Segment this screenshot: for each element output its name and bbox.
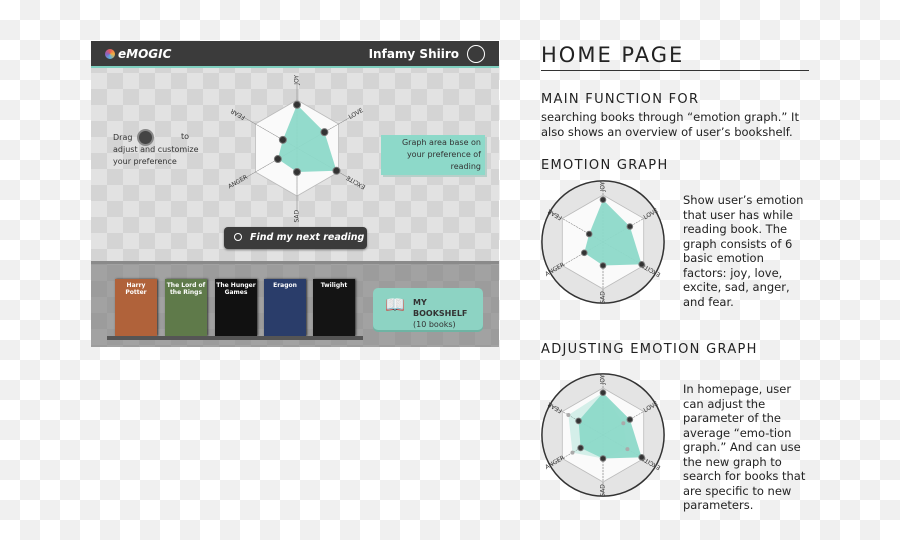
emotion-point-sad: [293, 168, 301, 176]
emotion-point-excite: [638, 261, 645, 268]
app-mockup: eMOGIC Infamy Shiiro Drag adjust and cust…: [91, 41, 499, 347]
emotion-point-love: [626, 416, 634, 423]
page-title: HOME PAGE: [541, 43, 809, 71]
emotion-graph-text: Show user’s emotion that user has while …: [683, 193, 804, 309]
emotion-point-anger: [273, 155, 282, 164]
emotion-label-anger: ANGER: [227, 174, 249, 191]
emotion-point-excite: [332, 166, 341, 175]
book-cover[interactable]: The Lord of the Rings: [165, 279, 207, 336]
open-book-icon: 📖: [385, 295, 405, 314]
emotion-point-love: [626, 223, 634, 230]
adjusting-graph-illustration: JOYLOVEEXCITESADANGERFEAR: [541, 373, 665, 497]
emotion-point-fear: [585, 230, 593, 238]
previous-emotion-point: [566, 413, 571, 418]
main-function-text: searching books through “emotion graph.”…: [541, 110, 799, 139]
previous-emotion-point: [625, 447, 630, 452]
emotion-point-anger: [580, 249, 588, 257]
emotion-point-love: [320, 128, 329, 137]
emotion-point-sad: [599, 455, 607, 462]
my-bookshelf-button[interactable]: 📖 MY BOOKSHELF (10 books): [373, 288, 483, 330]
emotion-point-excite: [638, 454, 645, 461]
book-cover[interactable]: The Hunger Games: [215, 279, 257, 336]
find-button-label: Find my next reading: [250, 232, 365, 243]
graph-area-note: Graph area base on your preference of re…: [381, 135, 485, 175]
emotion-label-joy: JOY: [294, 75, 301, 86]
emotion-point-joy: [599, 389, 607, 397]
book-cover[interactable]: Twilight: [313, 279, 355, 336]
emotion-label-sad: SAD: [294, 209, 301, 222]
previous-emotion-point: [621, 421, 626, 426]
emotion-label-fear: FEAR: [230, 107, 247, 121]
previous-emotion-point: [570, 450, 575, 455]
emotion-point-joy: [293, 100, 301, 109]
emotion-label-love: LOVE: [347, 107, 364, 121]
find-next-reading-button[interactable]: Find my next reading: [224, 227, 367, 249]
emotion-point-sad: [599, 262, 607, 269]
emotion-label-excite: EXCITE: [345, 174, 367, 191]
emotion-label-sad: SAD: [600, 484, 607, 497]
search-icon: [234, 233, 242, 241]
bookshelf-preview: Harry Potter The Lord of the Rings The Hun…: [91, 261, 499, 347]
emotion-point-anger: [577, 444, 584, 452]
bookshelf-count: (10 books): [413, 320, 456, 329]
book-cover[interactable]: Eragon: [264, 279, 306, 336]
emotion-point-fear: [278, 135, 287, 144]
adjusting-graph-text: In homepage, user can adjust the paramet…: [683, 382, 806, 512]
book-cover[interactable]: Harry Potter: [115, 279, 157, 336]
bookshelf-label: MY BOOKSHELF: [413, 298, 468, 318]
shelf-board: [107, 336, 363, 340]
adjusting-graph-heading: ADJUSTING EMOTION GRAPH: [541, 342, 758, 357]
emotion-point-joy: [599, 196, 607, 203]
main-function-heading: MAIN FUNCTION FOR: [541, 92, 700, 107]
emotion-label-sad: SAD: [600, 291, 607, 304]
emotion-point-fear: [575, 417, 582, 425]
emotion-graph-heading: EMOTION GRAPH: [541, 158, 669, 173]
